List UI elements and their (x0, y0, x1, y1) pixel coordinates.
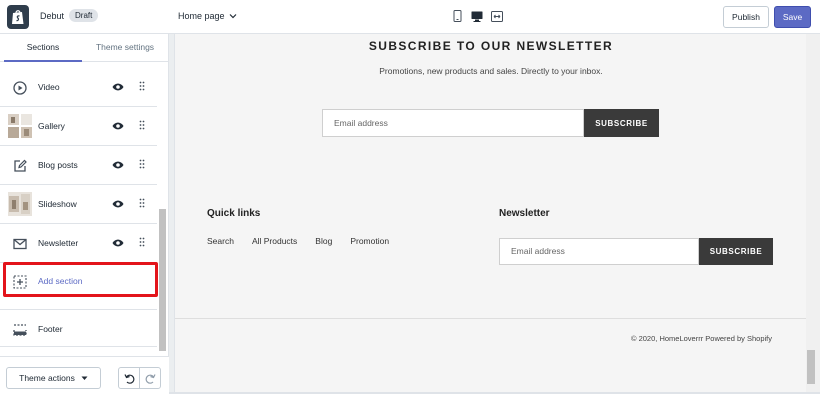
publish-button[interactable]: Publish (723, 6, 769, 28)
page-selector-label: Home page (178, 11, 225, 21)
footer-email-field[interactable]: Email address (499, 238, 699, 265)
fullscreen-icon (491, 10, 503, 22)
footer-subscribe-button[interactable]: SUBSCRIBE (699, 238, 773, 265)
shopping-bag-icon (12, 10, 24, 24)
tab-theme-settings[interactable]: Theme settings (84, 34, 166, 62)
drag-handle-icon[interactable] (139, 198, 145, 208)
copyright-text: © 2020, HomeLoverrr Powered by Shopify (630, 334, 772, 343)
quick-link-promotion[interactable]: Promotion (350, 236, 389, 246)
drag-handle-icon[interactable] (139, 81, 145, 91)
theme-actions-label: Theme actions (19, 373, 75, 383)
drag-handle-icon[interactable] (139, 159, 145, 169)
section-item-label: Gallery (38, 121, 65, 131)
mobile-view-button[interactable] (451, 10, 463, 22)
gallery-thumbnail (8, 114, 32, 138)
save-button[interactable]: Save (774, 6, 811, 28)
sidebar-footer-bar: Theme actions (0, 356, 169, 394)
preview-scrollbar-track[interactable] (806, 34, 820, 392)
section-item-gallery[interactable]: Gallery (0, 107, 157, 146)
newsletter-subtitle: Promotions, new products and sales. Dire… (379, 66, 603, 76)
undo-redo-group (118, 367, 161, 389)
eye-icon[interactable] (112, 160, 124, 170)
quick-link-search[interactable]: Search (207, 236, 234, 246)
section-item-label: Video (38, 82, 60, 92)
theme-name: Debut (40, 11, 65, 21)
eye-icon[interactable] (112, 82, 124, 92)
eye-icon[interactable] (112, 121, 124, 131)
section-item-label: Newsletter (38, 238, 79, 248)
status-badge: Draft (69, 9, 99, 22)
redo-button[interactable] (139, 368, 160, 388)
section-item-footer[interactable]: Footer (0, 309, 157, 347)
sidebar-tabs: Sections Theme settings (0, 34, 169, 62)
quick-link-all-products[interactable]: All Products (252, 236, 297, 246)
chevron-down-icon (229, 14, 236, 19)
edit-icon (11, 157, 29, 175)
section-item-video[interactable]: Video (0, 68, 157, 107)
fullscreen-view-button[interactable] (491, 10, 503, 22)
section-list: Video Gallery Blog posts Slideshow Newsl… (0, 68, 157, 263)
drag-handle-icon[interactable] (139, 237, 145, 247)
section-item-label: Blog posts (38, 160, 78, 170)
theme-actions-button[interactable]: Theme actions (6, 367, 101, 389)
desktop-view-button[interactable] (471, 10, 483, 22)
preview-area: SUBSCRIBE TO OUR NEWSLETTER Promotions, … (169, 34, 820, 394)
slideshow-thumbnail (8, 192, 32, 216)
store-preview: SUBSCRIBE TO OUR NEWSLETTER Promotions, … (174, 34, 807, 392)
page-selector[interactable]: Home page (178, 11, 237, 21)
undo-button[interactable] (119, 368, 139, 388)
drag-handle-icon[interactable] (139, 120, 145, 130)
sidebar: Sections Theme settings Video Gallery Bl… (0, 34, 169, 394)
section-item-label: Footer (38, 324, 63, 334)
newsletter-title: SUBSCRIBE TO OUR NEWSLETTER (368, 39, 614, 53)
eye-icon[interactable] (112, 238, 124, 248)
footer-divider (175, 318, 807, 319)
mobile-icon (453, 10, 461, 22)
play-circle-icon (11, 79, 29, 97)
section-item-label: Slideshow (38, 199, 77, 209)
quick-links-title: Quick links (207, 208, 261, 219)
email-field[interactable]: Email address (322, 109, 584, 137)
quick-links: Search All Products Blog Promotion (207, 236, 389, 246)
redo-icon (145, 373, 156, 384)
eye-icon[interactable] (112, 199, 124, 209)
undo-icon (124, 373, 135, 384)
footer-newsletter-title: Newsletter (499, 208, 550, 219)
section-item-newsletter[interactable]: Newsletter (0, 224, 157, 263)
device-toggle (451, 10, 503, 22)
top-bar: Debut Draft Home page Publish Save (0, 0, 820, 34)
sidebar-scrollbar[interactable] (159, 209, 166, 351)
footer-icon (11, 321, 29, 339)
mail-icon (11, 235, 29, 253)
caret-down-icon (81, 376, 88, 380)
quick-link-blog[interactable]: Blog (315, 236, 332, 246)
tab-sections[interactable]: Sections (4, 34, 82, 62)
shopify-logo[interactable] (7, 5, 29, 29)
preview-scrollbar[interactable] (807, 350, 815, 384)
highlight-box (3, 262, 158, 297)
subscribe-button[interactable]: SUBSCRIBE (584, 109, 659, 137)
section-item-blog-posts[interactable]: Blog posts (0, 146, 157, 185)
section-item-slideshow[interactable]: Slideshow (0, 185, 157, 224)
desktop-icon (471, 11, 483, 22)
